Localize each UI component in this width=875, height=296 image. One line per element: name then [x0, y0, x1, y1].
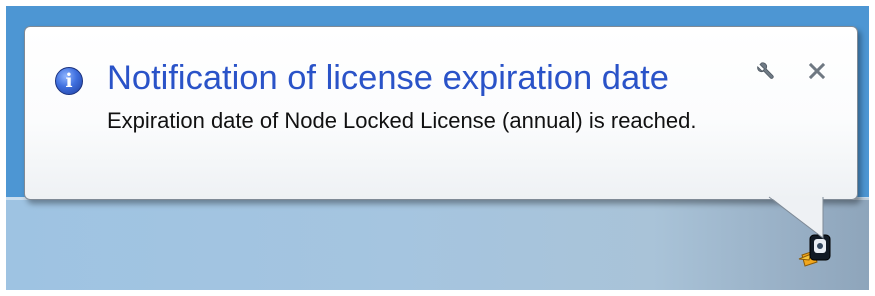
balloon-tail	[768, 196, 824, 240]
desktop: i Notification of license expiration dat…	[6, 6, 869, 290]
